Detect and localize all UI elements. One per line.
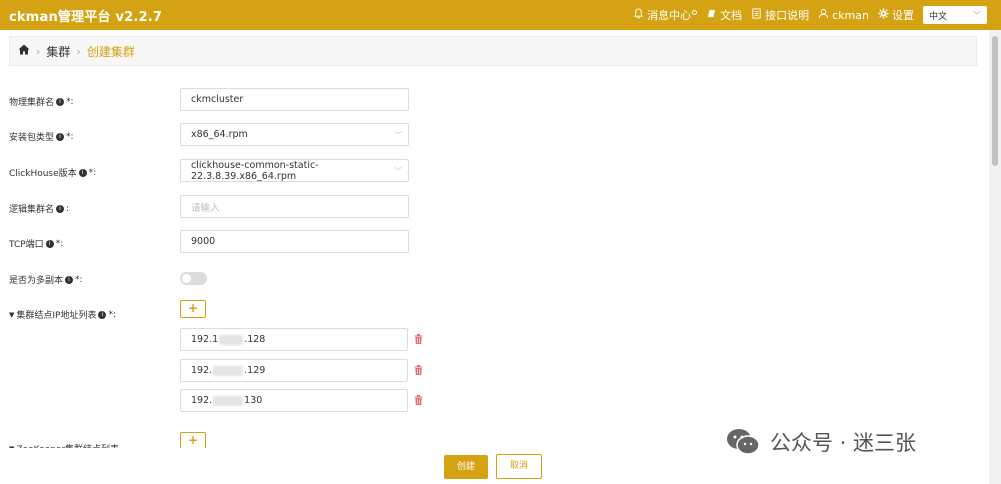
app-title[interactable]: ckman管理平台 v2.2.7 xyxy=(0,6,162,25)
watermark-text: 公众号 · 迷三张 xyxy=(770,431,917,455)
tcp-port-input[interactable]: 9000 xyxy=(180,230,409,253)
caret-down-icon[interactable]: ▼ xyxy=(9,311,14,319)
cluster-name-input[interactable]: ckmcluster xyxy=(180,88,409,111)
top-nav-menu: 消息中心 文档 接口说明 ckman 设置 中文 ﹀ xyxy=(633,0,1001,30)
multi-replica-toggle[interactable] xyxy=(180,272,207,285)
info-icon[interactable]: i xyxy=(65,275,74,284)
package-type-select[interactable]: x86_64.rpm ﹀ xyxy=(180,123,409,146)
trash-icon[interactable] xyxy=(414,395,424,406)
logic-name-label: 逻辑集群名 xyxy=(9,205,55,215)
redacted-block xyxy=(213,365,244,376)
required-mark: *: xyxy=(108,309,117,320)
user-name: ckman xyxy=(832,8,869,22)
node-list-label-row: ▼ 集群结点IP地址列表 i *: xyxy=(9,308,117,322)
info-icon[interactable]: i xyxy=(56,204,65,213)
package-type-label-row: 安装包类型 i *: xyxy=(9,130,74,144)
cluster-name-label-row: 物理集群名 i *: xyxy=(9,95,74,109)
info-icon[interactable]: i xyxy=(45,239,54,248)
ip-prefix: 192. xyxy=(191,365,213,376)
api-label: 接口说明 xyxy=(765,9,810,22)
tcp-port-label-row: TCP端口 i *: xyxy=(9,237,64,251)
info-icon[interactable]: i xyxy=(78,168,87,177)
language-select[interactable]: 中文 ﹀ xyxy=(923,6,987,24)
trash-icon[interactable] xyxy=(414,365,424,376)
package-type-value: x86_64.rpm xyxy=(191,129,248,140)
required-mark: *: xyxy=(66,131,74,142)
chevron-right-icon: › xyxy=(76,44,81,58)
watermark: 公众号 · 迷三张 xyxy=(726,427,916,457)
ip-suffix: .129 xyxy=(244,365,266,376)
cancel-button[interactable]: 取消 xyxy=(496,454,542,479)
messages-link[interactable]: 消息中心 xyxy=(633,7,698,23)
redacted-block xyxy=(219,334,244,345)
info-icon[interactable]: i xyxy=(56,132,65,141)
ck-version-select[interactable]: clickhouse-common-static-22.3.8.39.x86_6… xyxy=(180,159,409,182)
breadcrumb-cluster[interactable]: 集群 xyxy=(46,43,70,60)
settings-link[interactable]: 设置 xyxy=(878,7,914,23)
node-ip-input[interactable]: 192. .129 xyxy=(180,359,408,382)
user-menu[interactable]: ckman xyxy=(818,8,869,22)
info-icon[interactable]: i xyxy=(56,97,65,106)
logic-name-input[interactable]: 请输入 xyxy=(180,195,409,218)
breadcrumb-create-cluster: 创建集群 xyxy=(86,44,135,59)
chevron-down-icon: ﹀ xyxy=(394,131,402,140)
cluster-name-label: 物理集群名 xyxy=(9,98,55,108)
ck-version-value: clickhouse-common-static-22.3.8.39.x86_6… xyxy=(191,159,319,182)
node-ip-input[interactable]: 192.1 .128 xyxy=(180,328,408,351)
node-ip-input[interactable]: 192. 130 xyxy=(180,389,408,412)
trash-icon[interactable] xyxy=(414,334,424,345)
ip-suffix: .128 xyxy=(244,334,266,345)
page-scrollbar[interactable] xyxy=(989,30,1001,484)
multi-replica-label-row: 是否为多副本 i *: xyxy=(9,273,83,287)
ck-version-label: ClickHouse版本 xyxy=(9,169,77,179)
required-mark: *: xyxy=(88,167,97,178)
docs-link[interactable]: 文档 xyxy=(706,7,742,23)
unread-dot xyxy=(692,9,698,15)
required-mark: *: xyxy=(75,274,83,285)
breadcrumb: › 集群 › 创建集群 xyxy=(9,36,977,66)
chevron-down-icon: ﹀ xyxy=(394,167,402,176)
ip-prefix: 192.1 xyxy=(191,334,219,345)
docs-label: 文档 xyxy=(720,9,743,22)
api-link[interactable]: 接口说明 xyxy=(751,7,809,23)
node-list-label: 集群结点IP地址列表 xyxy=(16,311,97,321)
logic-name-label-row: 逻辑集群名 i : xyxy=(9,202,70,216)
toggle-knob xyxy=(182,274,191,283)
bell-icon xyxy=(633,8,644,22)
redacted-block xyxy=(213,395,244,406)
language-value: 中文 xyxy=(929,11,948,22)
document-icon xyxy=(751,8,762,22)
add-node-button[interactable]: + xyxy=(180,300,206,318)
ip-prefix: 192. xyxy=(191,395,213,406)
ck-version-label-row: ClickHouse版本 i *: xyxy=(9,166,97,180)
chevron-right-icon: › xyxy=(36,44,41,58)
info-icon[interactable]: i xyxy=(98,310,107,319)
tcp-port-label: TCP端口 xyxy=(9,240,44,250)
ip-suffix: 130 xyxy=(244,395,263,406)
required-mark: *: xyxy=(66,96,74,107)
wechat-logo-icon xyxy=(727,429,760,455)
user-icon xyxy=(818,8,829,22)
top-navigation-bar: ckman管理平台 v2.2.7 消息中心 文档 接口说明 ckman 设置 中… xyxy=(0,0,1001,30)
book-icon xyxy=(706,8,717,22)
multi-replica-label: 是否为多副本 xyxy=(9,276,64,286)
settings-label: 设置 xyxy=(892,9,914,22)
gear-icon xyxy=(878,8,889,22)
package-type-label: 安装包类型 xyxy=(9,133,55,143)
messages-label: 消息中心 xyxy=(647,9,692,22)
home-icon[interactable] xyxy=(18,44,30,58)
required-mark: : xyxy=(66,203,70,214)
scrollbar-thumb[interactable] xyxy=(992,36,998,166)
chevron-down-icon: ﹀ xyxy=(973,10,981,20)
create-button[interactable]: 创建 xyxy=(444,455,488,479)
required-mark: *: xyxy=(55,238,64,249)
